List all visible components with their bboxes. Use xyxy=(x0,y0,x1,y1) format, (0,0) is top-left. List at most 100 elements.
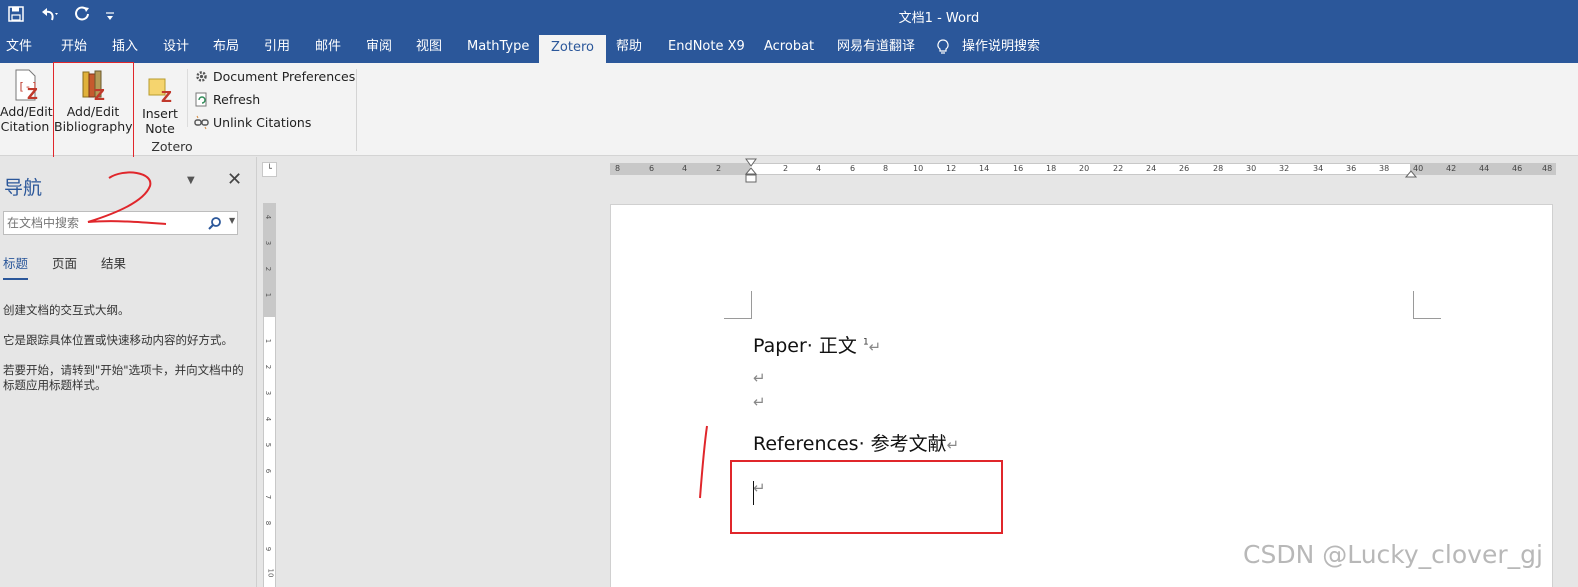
hruler-tick: 34 xyxy=(1313,164,1324,173)
nav-tab-pages[interactable]: 页面 xyxy=(52,253,77,280)
vruler-tick: 2 xyxy=(264,364,273,370)
paragraph-mark: ↵ xyxy=(753,369,766,387)
vruler-tick: 2 xyxy=(264,266,273,272)
vruler-tick: 3 xyxy=(264,390,273,396)
tab-design[interactable]: 设计 xyxy=(163,33,189,63)
tab-home[interactable]: 开始 xyxy=(61,33,87,63)
refresh-icon xyxy=(195,92,207,107)
hruler-tick: 30 xyxy=(1246,164,1257,173)
tab-mailings[interactable]: 邮件 xyxy=(315,33,341,63)
hruler-tick: 6 xyxy=(850,164,856,173)
paragraph-mark: ↵ xyxy=(946,436,960,454)
search-options-icon[interactable]: ▼ xyxy=(229,216,235,225)
zotero-ribbon: [-] Z Add/Edit Citation Z Add/Edit Bibli… xyxy=(0,62,1578,159)
nav-tabs: 标题 页面 结果 xyxy=(3,253,126,280)
hruler-tick: 20 xyxy=(1079,164,1090,173)
document-preferences-button[interactable]: Document Preferences xyxy=(194,69,355,84)
hruler-tick: 36 xyxy=(1346,164,1357,173)
hruler-tick: 26 xyxy=(1179,164,1190,173)
tab-review[interactable]: 审阅 xyxy=(366,33,392,63)
chevron-down-icon[interactable]: ▼ xyxy=(187,175,195,186)
vruler-tick: 9 xyxy=(264,546,273,552)
tab-mathtype[interactable]: MathType xyxy=(467,33,529,63)
highlight-box-bibliography-area xyxy=(730,460,1003,534)
hruler-tick: 10 xyxy=(913,164,924,173)
window-title: 文档1 - Word xyxy=(898,11,980,26)
nav-title: 导航 xyxy=(4,177,43,199)
word-window: 文档1 - Word 文件 开始 插入 设计 布局 引用 邮件 审阅 视图 Ma… xyxy=(0,0,1578,587)
tab-references[interactable]: 引用 xyxy=(264,33,290,63)
vruler-tick: 6 xyxy=(264,468,273,474)
hruler-tick: 4 xyxy=(816,164,822,173)
paragraph-mark: ↵ xyxy=(753,393,766,411)
nav-help-text-1: 创建文档的交互式大纲。 xyxy=(3,303,130,317)
unlink-citations-button[interactable]: Unlink Citations xyxy=(194,115,311,130)
highlight-box-bibliography xyxy=(53,62,134,159)
tab-insert[interactable]: 插入 xyxy=(112,33,138,63)
hruler-tick: 12 xyxy=(946,164,957,173)
crop-mark-left xyxy=(724,291,752,319)
ribbon-tabs: 文件 开始 插入 设计 布局 引用 邮件 审阅 视图 MathType Zote… xyxy=(0,33,1578,63)
nav-help-text-2: 它是跟踪具体位置或快速移动内容的好方式。 xyxy=(3,333,233,347)
vruler-tick: 8 xyxy=(264,520,273,526)
refresh-button[interactable]: Refresh xyxy=(194,92,260,107)
tab-view[interactable]: 视图 xyxy=(416,33,442,63)
vertical-ruler-margin xyxy=(264,203,275,317)
document-page[interactable]: Paper· 正文 1↵ ↵ ↵ References· 参考文献↵ ↵ xyxy=(610,204,1553,587)
zotero-group-label: Zotero xyxy=(151,139,193,154)
tab-layout[interactable]: 布局 xyxy=(213,33,239,63)
vruler-tick: 1 xyxy=(264,292,273,298)
nav-tab-results[interactable]: 结果 xyxy=(101,253,126,280)
hruler-tick: 24 xyxy=(1146,164,1157,173)
add-edit-citation-button[interactable]: [-] Z Add/Edit Citation xyxy=(0,69,53,134)
vertical-ruler: 4 3 2 1 1 2 3 4 5 6 7 8 9 10 xyxy=(263,203,276,587)
hruler-tick: 22 xyxy=(1113,164,1124,173)
hruler-tick: 6 xyxy=(649,164,655,173)
hruler-tick: 4 xyxy=(682,164,688,173)
tab-zotero[interactable]: Zotero xyxy=(539,33,606,63)
hruler-tick: 16 xyxy=(1013,164,1024,173)
ruler-left-margin xyxy=(610,164,750,174)
gear-icon xyxy=(196,71,207,82)
paragraph-mark: ↵ xyxy=(868,338,882,356)
button-separator xyxy=(187,69,188,127)
crop-mark-right xyxy=(1413,291,1441,319)
tell-me-search[interactable]: 操作说明搜索 xyxy=(962,33,1040,63)
hruler-tick: 40 xyxy=(1413,164,1424,173)
insert-note-button[interactable]: Z Insert Note xyxy=(138,75,182,136)
hruler-tick: 48 xyxy=(1542,164,1553,173)
tab-acrobat[interactable]: Acrobat xyxy=(764,33,814,63)
tab-selector-button[interactable]: └ xyxy=(262,162,277,177)
nav-tab-headings[interactable]: 标题 xyxy=(3,253,29,280)
lightbulb-icon[interactable] xyxy=(937,33,949,63)
tab-youdao-translate[interactable]: 网易有道翻译 xyxy=(837,33,915,63)
nav-search-box: ▼ xyxy=(3,211,238,235)
vruler-tick: 5 xyxy=(264,442,273,448)
tab-help[interactable]: 帮助 xyxy=(616,33,642,63)
paragraph-paper[interactable]: Paper· 正文 1↵ xyxy=(753,331,881,358)
hruler-tick: 38 xyxy=(1379,164,1390,173)
hruler-tick: 46 xyxy=(1512,164,1523,173)
vruler-tick: 3 xyxy=(264,240,273,246)
close-icon[interactable]: ✕ xyxy=(227,169,242,190)
paragraph-references[interactable]: References· 参考文献↵ xyxy=(753,429,959,456)
svg-text:Z: Z xyxy=(27,85,38,101)
vruler-tick: 4 xyxy=(264,416,273,422)
svg-text:Z: Z xyxy=(161,88,172,103)
tab-file[interactable]: 文件 xyxy=(6,33,32,63)
hruler-tick: 42 xyxy=(1446,164,1457,173)
search-icon[interactable] xyxy=(208,215,222,234)
nav-search-input[interactable] xyxy=(4,212,200,234)
title-bar: 文档1 - Word xyxy=(0,0,1578,33)
tab-endnote[interactable]: EndNote X9 xyxy=(668,33,745,63)
hruler-tick: 2 xyxy=(716,164,722,173)
horizontal-ruler: 8 6 4 2 2 4 6 8 10 12 14 16 18 20 22 24 … xyxy=(610,163,1556,175)
vruler-tick: 1 xyxy=(264,338,273,344)
note-icon: Z xyxy=(148,78,172,103)
hruler-tick: 8 xyxy=(883,164,889,173)
hruler-tick: 2 xyxy=(783,164,789,173)
hruler-tick: 8 xyxy=(615,164,621,173)
unlink-icon xyxy=(194,115,209,130)
hruler-tick: 14 xyxy=(979,164,990,173)
group-separator xyxy=(356,69,357,151)
